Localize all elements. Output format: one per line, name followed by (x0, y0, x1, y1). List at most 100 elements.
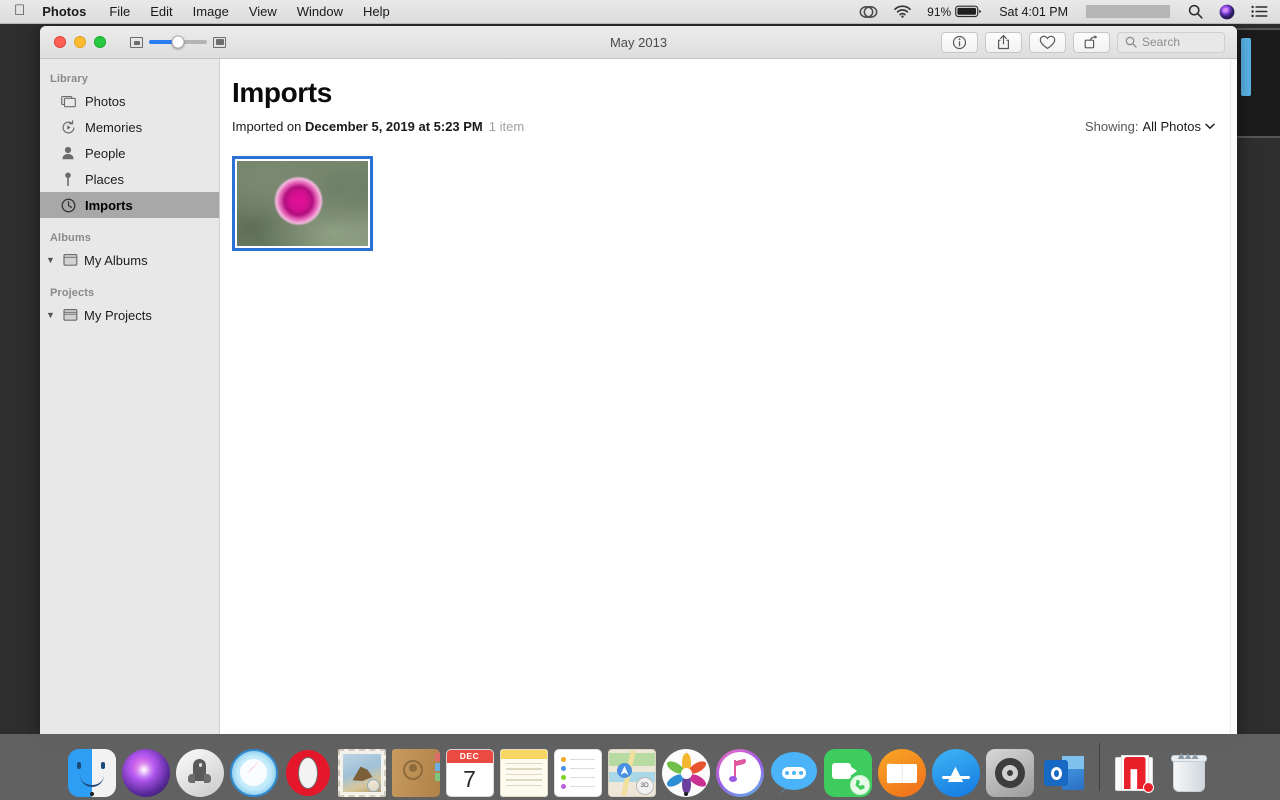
dock-item-messages[interactable] (767, 737, 821, 797)
small-thumbnail-icon[interactable] (130, 36, 143, 48)
photo-grid (232, 156, 1215, 251)
menu-file[interactable]: File (99, 4, 140, 19)
menu-bar:  Photos File Edit Image View Window Hel… (0, 0, 1280, 24)
messages-icon (770, 749, 818, 797)
system-preferences-icon (985, 749, 1034, 797)
siri-icon[interactable] (1211, 4, 1243, 20)
dock-item-notes[interactable] (497, 737, 551, 797)
search-input[interactable]: Search (1117, 31, 1225, 53)
content-area: Imports Imported on December 5, 2019 at … (220, 59, 1237, 734)
sidebar-section-projects: Projects (50, 287, 95, 299)
showing-label: Showing: (1084, 119, 1139, 134)
dock: DEC 7 3D ▲ (0, 734, 1280, 800)
zoom-button[interactable] (94, 36, 106, 48)
menu-bar-left:  Photos File Edit Image View Window Hel… (0, 3, 400, 19)
sidebar-item-imports[interactable]: Imports (40, 192, 219, 218)
trash-icon (1165, 749, 1213, 797)
battery-icon[interactable] (955, 5, 991, 18)
disclosure-triangle-icon[interactable]: ▼ (46, 255, 56, 265)
rotate-button[interactable] (1073, 31, 1110, 53)
siri-dock-icon (121, 749, 170, 797)
dock-item-trash[interactable] (1162, 737, 1216, 797)
opera-icon (284, 749, 332, 797)
dock-item-maps[interactable]: 3D (605, 737, 659, 797)
page-title: Imports (232, 77, 332, 108)
dock-item-itunes[interactable] (713, 737, 767, 797)
sidebar-item-my-albums[interactable]: ▼ My Albums (40, 247, 219, 273)
dock-item-facetime[interactable] (821, 737, 875, 797)
background-window[interactable] (1233, 28, 1280, 138)
dock-item-launchpad[interactable] (173, 737, 227, 797)
dock-item-calendar[interactable]: DEC 7 (443, 737, 497, 797)
clock-icon (60, 198, 76, 213)
contacts-icon (391, 749, 440, 797)
dock-item-books[interactable] (875, 737, 929, 797)
dock-item-photos[interactable] (659, 737, 713, 797)
dock-item-opera[interactable] (281, 737, 335, 797)
reminders-icon (553, 749, 602, 797)
import-date: December 5, 2019 at 5:23 PM (305, 119, 483, 134)
redacted-menu-item (1086, 5, 1170, 18)
content-subheader: Imported on December 5, 2019 at 5:23 PM 1… (232, 119, 1215, 134)
content-scrollbar[interactable] (1230, 59, 1237, 734)
dock-item-finder[interactable] (65, 737, 119, 797)
album-folder-icon (62, 253, 78, 267)
sidebar-item-people[interactable]: People (40, 140, 219, 166)
slider-track[interactable] (149, 35, 207, 49)
finder-icon (67, 749, 116, 797)
thumbnail-size-slider[interactable] (130, 35, 226, 49)
notification-center-icon[interactable] (1243, 5, 1272, 18)
sidebar-section-library: Library (50, 73, 88, 85)
sidebar-label-my-albums: My Albums (84, 252, 148, 268)
disclosure-triangle-icon[interactable]: ▼ (46, 310, 56, 320)
large-thumbnail-icon[interactable] (213, 36, 226, 48)
dock-item-contacts[interactable] (389, 737, 443, 797)
sidebar-item-memories[interactable]: Memories (40, 114, 219, 140)
creative-cloud-icon[interactable] (851, 5, 886, 19)
sidebar-label-my-projects: My Projects (84, 307, 152, 323)
dock-item-reminders[interactable] (551, 737, 605, 797)
info-button[interactable] (941, 31, 978, 53)
dock-item-system-preferences[interactable] (983, 737, 1037, 797)
item-count: 1 item (488, 119, 525, 134)
wifi-icon[interactable] (886, 5, 919, 18)
menu-edit[interactable]: Edit (140, 4, 182, 19)
outlook-icon (1040, 749, 1088, 797)
dock-item-mail[interactable] (335, 737, 389, 797)
mail-stamp-icon (337, 749, 386, 797)
pink-rose-photo[interactable] (232, 156, 373, 251)
menu-help[interactable]: Help (353, 4, 400, 19)
menu-window[interactable]: Window (287, 4, 353, 19)
running-indicator (683, 792, 688, 796)
itunes-icon (715, 749, 764, 797)
close-button[interactable] (54, 36, 66, 48)
menu-image[interactable]: Image (183, 4, 239, 19)
battery-percent-label: 91% (927, 4, 952, 19)
calendar-day: 7 (463, 766, 476, 792)
sidebar-item-places[interactable]: Places (40, 166, 219, 192)
launchpad-icon (175, 749, 224, 797)
calendar-month: DEC (446, 750, 493, 763)
apple-logo-icon[interactable]:  (14, 3, 25, 18)
dock-item-siri[interactable] (119, 737, 173, 797)
dock-item-outlook[interactable] (1037, 737, 1091, 797)
minimize-button[interactable] (74, 36, 86, 48)
menu-photos[interactable]: Photos (42, 4, 99, 19)
slider-knob[interactable] (171, 35, 185, 49)
menu-bar-clock[interactable]: Sat 4:01 PM (991, 5, 1076, 19)
search-icon (1125, 36, 1137, 48)
showing-filter[interactable]: Showing: All Photos (1085, 119, 1215, 134)
sidebar-label-places: Places (85, 171, 125, 187)
dock-item-downloads-stack[interactable] (1108, 737, 1162, 797)
spotlight-search-icon[interactable] (1180, 4, 1211, 19)
window-titlebar[interactable]: May 2013 Search (40, 26, 1237, 59)
calendar-icon: DEC 7 (445, 749, 494, 797)
menu-view[interactable]: View (239, 4, 287, 19)
dock-item-safari[interactable] (227, 737, 281, 797)
sidebar-item-my-projects[interactable]: ▼ My Projects (40, 302, 219, 328)
favorite-button[interactable] (1029, 31, 1066, 53)
sidebar-item-photos[interactable]: Photos (40, 88, 219, 114)
chevron-down-icon (1205, 123, 1215, 129)
dock-item-app-store[interactable]: ▲ (929, 737, 983, 797)
share-button[interactable] (985, 31, 1022, 53)
